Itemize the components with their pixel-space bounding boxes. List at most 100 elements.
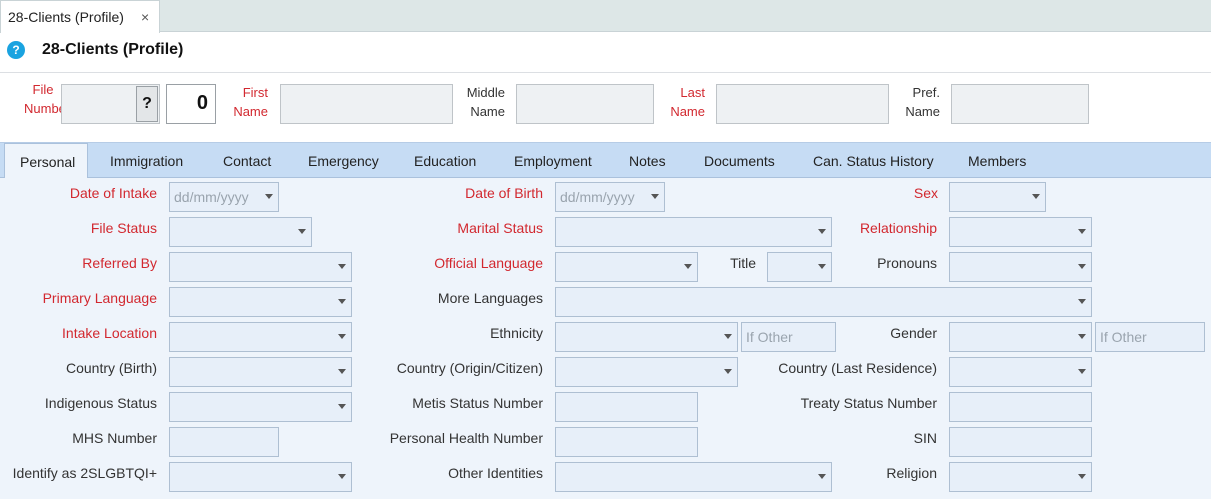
chevron-down-icon bbox=[1032, 194, 1040, 199]
middle-name-label: Middle Name bbox=[466, 85, 505, 119]
tab-immigration[interactable]: Immigration bbox=[110, 153, 183, 169]
metis-status-number-input[interactable] bbox=[555, 392, 698, 422]
pronouns-label: Pronouns bbox=[877, 255, 937, 271]
tab-emergency[interactable]: Emergency bbox=[308, 153, 379, 169]
title-select[interactable] bbox=[767, 252, 832, 282]
intake-location-select[interactable] bbox=[169, 322, 352, 352]
religion-label: Religion bbox=[886, 465, 937, 481]
chevron-down-icon bbox=[338, 264, 346, 269]
sin-input[interactable] bbox=[949, 427, 1092, 457]
chevron-down-icon bbox=[338, 299, 346, 304]
page-title: 28-Clients (Profile) bbox=[42, 41, 184, 58]
last-name-input[interactable] bbox=[716, 84, 889, 124]
identify-2slgbtqi-select[interactable] bbox=[169, 462, 352, 492]
chevron-down-icon bbox=[724, 334, 732, 339]
chevron-down-icon bbox=[1078, 369, 1086, 374]
personal-health-number-input[interactable] bbox=[555, 427, 698, 457]
relationship-select[interactable] bbox=[949, 217, 1092, 247]
chevron-down-icon bbox=[818, 474, 826, 479]
if-other-placeholder: If Other bbox=[746, 329, 793, 345]
country-origin-label: Country (Origin/Citizen) bbox=[396, 360, 543, 376]
intake-location-label: Intake Location bbox=[62, 325, 157, 341]
first-name-input[interactable] bbox=[280, 84, 453, 124]
referred-by-select[interactable] bbox=[169, 252, 352, 282]
chevron-down-icon bbox=[1078, 334, 1086, 339]
gender-select[interactable] bbox=[949, 322, 1092, 352]
chevron-down-icon bbox=[298, 229, 306, 234]
ethnicity-label: Ethnicity bbox=[490, 325, 543, 341]
middle-name-input[interactable] bbox=[516, 84, 654, 124]
official-language-label: Official Language bbox=[434, 255, 543, 271]
referred-by-label: Referred By bbox=[82, 255, 157, 271]
tab-documents[interactable]: Documents bbox=[704, 153, 775, 169]
chevron-down-icon bbox=[1078, 299, 1086, 304]
chevron-down-icon bbox=[684, 264, 692, 269]
religion-select[interactable] bbox=[949, 462, 1092, 492]
close-tab-icon[interactable]: × bbox=[141, 9, 149, 25]
personal-health-number-label: Personal Health Number bbox=[389, 430, 543, 446]
help-icon[interactable]: ? bbox=[7, 41, 25, 59]
chevron-down-icon bbox=[1078, 229, 1086, 234]
treaty-status-number-input[interactable] bbox=[949, 392, 1092, 422]
country-origin-select[interactable] bbox=[555, 357, 738, 387]
file-number-value: 0 bbox=[166, 84, 216, 124]
chevron-down-icon bbox=[338, 334, 346, 339]
chevron-down-icon bbox=[338, 404, 346, 409]
file-number-label: File Number bbox=[24, 82, 71, 116]
chevron-down-icon bbox=[651, 194, 659, 199]
country-birth-select[interactable] bbox=[169, 357, 352, 387]
date-of-intake-picker[interactable]: dd/mm/yyyy bbox=[169, 182, 279, 212]
ethnicity-other-input[interactable]: If Other bbox=[741, 322, 836, 352]
other-identities-select[interactable] bbox=[555, 462, 832, 492]
header-divider bbox=[0, 72, 1211, 73]
marital-status-select[interactable] bbox=[555, 217, 832, 247]
pref-name-label: Pref. Name bbox=[905, 85, 940, 119]
tab-personal[interactable]: Personal bbox=[20, 154, 75, 170]
identify-2slgbtqi-label: Identify as 2SLGBTQI+ bbox=[12, 465, 157, 481]
marital-status-label: Marital Status bbox=[457, 220, 543, 236]
mhs-number-label: MHS Number bbox=[72, 430, 157, 446]
document-tab[interactable]: 28-Clients (Profile) × bbox=[0, 0, 160, 33]
tab-employment[interactable]: Employment bbox=[514, 153, 592, 169]
file-lookup-button[interactable]: ? bbox=[136, 86, 158, 122]
date-of-intake-label: Date of Intake bbox=[69, 185, 157, 201]
country-last-residence-select[interactable] bbox=[949, 357, 1092, 387]
sex-select[interactable] bbox=[949, 182, 1046, 212]
primary-language-select[interactable] bbox=[169, 287, 352, 317]
date-of-birth-label: Date of Birth bbox=[465, 185, 543, 201]
sex-label: Sex bbox=[913, 185, 938, 201]
chevron-down-icon bbox=[818, 229, 826, 234]
pronouns-select[interactable] bbox=[949, 252, 1092, 282]
document-tab-strip bbox=[0, 0, 1211, 32]
title-label: Title bbox=[730, 255, 756, 271]
indigenous-status-select[interactable] bbox=[169, 392, 352, 422]
tab-education[interactable]: Education bbox=[414, 153, 476, 169]
chevron-down-icon bbox=[818, 264, 826, 269]
mhs-number-input[interactable] bbox=[169, 427, 279, 457]
last-name-label: Last Name bbox=[670, 85, 705, 119]
ethnicity-select[interactable] bbox=[555, 322, 738, 352]
pref-name-input[interactable] bbox=[951, 84, 1089, 124]
primary-language-label: Primary Language bbox=[42, 290, 157, 306]
more-languages-select[interactable] bbox=[555, 287, 1092, 317]
sin-label: SIN bbox=[913, 430, 937, 446]
chevron-down-icon bbox=[265, 194, 273, 199]
official-language-select[interactable] bbox=[555, 252, 698, 282]
treaty-status-number-label: Treaty Status Number bbox=[800, 395, 937, 411]
tab-contact[interactable]: Contact bbox=[223, 153, 271, 169]
relationship-label: Relationship bbox=[859, 220, 937, 236]
date-of-birth-picker[interactable]: dd/mm/yyyy bbox=[555, 182, 665, 212]
country-last-residence-label: Country (Last Residence) bbox=[778, 360, 937, 376]
gender-other-input[interactable]: If Other bbox=[1095, 322, 1205, 352]
tab-can-status-history[interactable]: Can. Status History bbox=[813, 153, 934, 169]
indigenous-status-label: Indigenous Status bbox=[44, 395, 157, 411]
gender-label: Gender bbox=[890, 325, 937, 341]
chevron-down-icon bbox=[338, 369, 346, 374]
other-identities-label: Other Identities bbox=[448, 465, 543, 481]
chevron-down-icon bbox=[338, 474, 346, 479]
tab-members[interactable]: Members bbox=[968, 153, 1026, 169]
country-birth-label: Country (Birth) bbox=[65, 360, 157, 376]
tab-notes[interactable]: Notes bbox=[629, 153, 666, 169]
chevron-down-icon bbox=[724, 369, 732, 374]
file-status-select[interactable] bbox=[169, 217, 312, 247]
